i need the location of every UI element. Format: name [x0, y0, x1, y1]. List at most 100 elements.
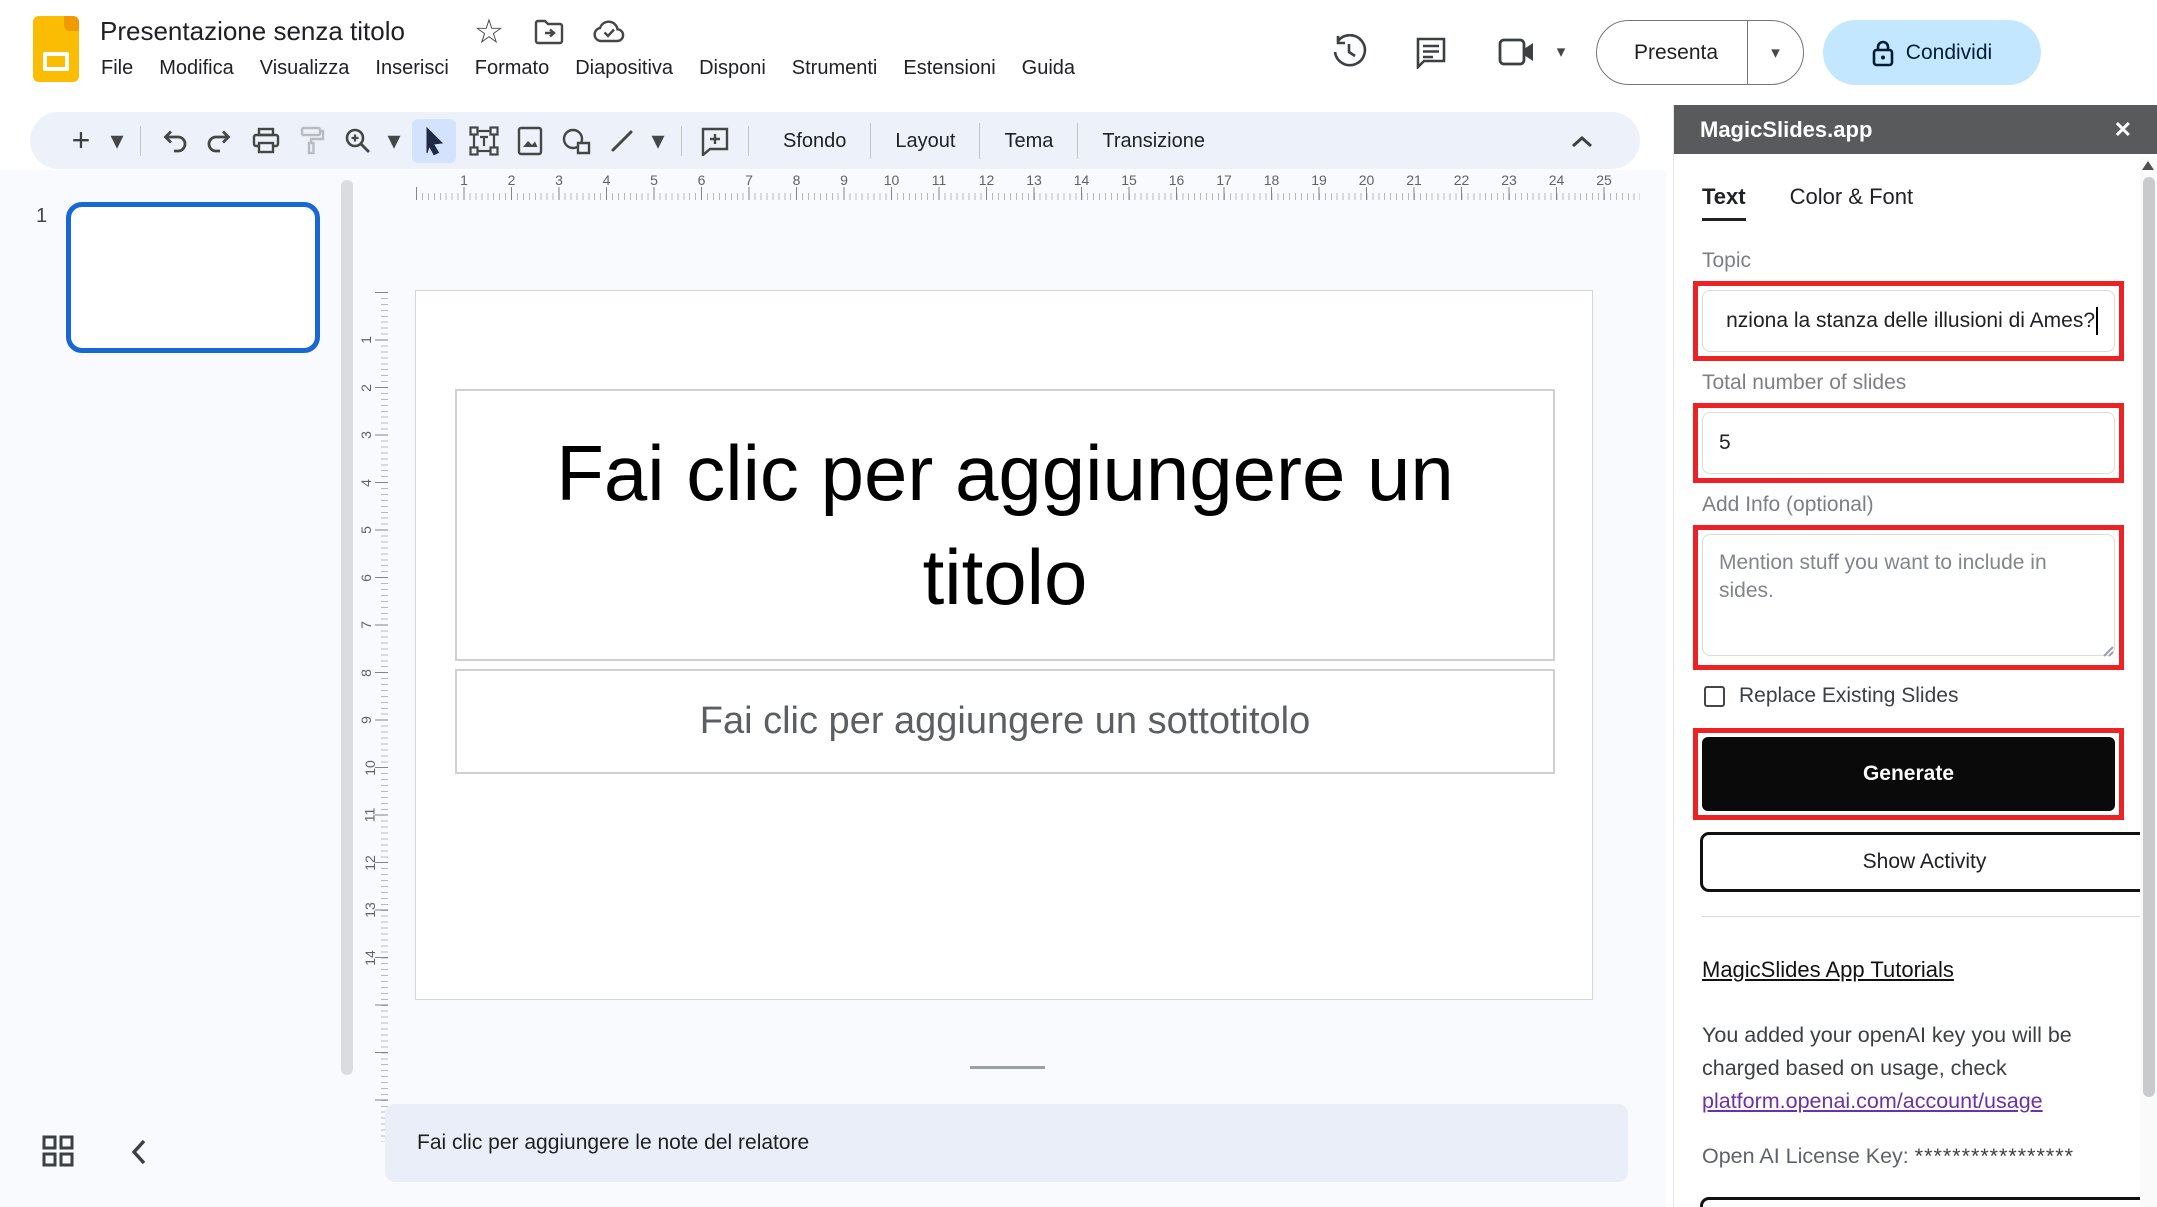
ruler-number: 17 [1216, 172, 1232, 188]
generate-button[interactable]: Generate [1702, 737, 2115, 811]
toolbar-text-button[interactable]: Sfondo [759, 123, 870, 159]
tutorials-link[interactable]: MagicSlides App Tutorials [1702, 957, 1954, 983]
toolbar-collapse-chevron-icon[interactable] [1564, 124, 1600, 160]
openai-usage-link[interactable]: platform.openai.com/account/usage [1702, 1089, 2043, 1113]
title-line1: Fai clic per aggiungere un [556, 421, 1454, 525]
show-activity-button[interactable]: Show Activity [1700, 832, 2149, 892]
menu-item[interactable]: Estensioni [890, 52, 1008, 85]
filmstrip-collapse-chevron-icon[interactable] [122, 1135, 156, 1169]
cloud-saved-icon[interactable] [592, 15, 626, 49]
scrollbar-up-arrow-icon[interactable] [2142, 161, 2154, 170]
slides-count-input[interactable] [1702, 412, 2115, 474]
addinfo-label: Add Info (optional) [1702, 493, 2115, 517]
sidebar-body: Text Color & Font Topic nziona la stanza… [1674, 154, 2141, 1207]
replace-slides-label: Replace Existing Slides [1739, 684, 1958, 708]
resize-handle-icon[interactable] [2100, 643, 2114, 657]
menu-item[interactable]: Modifica [146, 52, 246, 85]
menu-item[interactable]: File [88, 52, 146, 85]
addinfo-textarea[interactable] [1702, 534, 2115, 656]
menu-item[interactable]: Inserisci [362, 52, 461, 85]
ruler-number: 11 [361, 808, 377, 823]
ruler-number: 9 [840, 172, 848, 188]
toolbar-text-button[interactable]: Layout [870, 123, 979, 159]
camera-caret-down-icon[interactable]: ▾ [1539, 30, 1583, 74]
line-caret-down-icon[interactable]: ▾ [647, 123, 669, 159]
star-icon[interactable]: ☆ [472, 15, 506, 49]
share-button-label: Condividi [1906, 41, 1992, 65]
ruler-number: 1 [460, 172, 468, 188]
print-icon[interactable] [248, 123, 284, 159]
present-button[interactable]: Presenta [1597, 41, 1747, 65]
slides-count-annotation-box [1693, 403, 2124, 483]
speaker-notes[interactable]: Fai clic per aggiungere le note del rela… [385, 1104, 1628, 1182]
add-comment-icon[interactable] [697, 123, 733, 159]
zoom-caret-down-icon[interactable]: ▾ [383, 123, 405, 159]
comments-icon[interactable] [1409, 30, 1453, 74]
ruler-number: 6 [698, 172, 706, 188]
replace-slides-row: Replace Existing Slides [1704, 684, 2115, 708]
redo-icon[interactable] [202, 123, 238, 159]
toolbar-separator [681, 126, 682, 156]
insert-line-icon[interactable] [604, 123, 640, 159]
ruler-number: 24 [1549, 172, 1565, 188]
page-break-dash [970, 1066, 1045, 1069]
edit-key-button[interactable]: Edit Key [1700, 1197, 2149, 1207]
lock-icon [1872, 39, 1894, 67]
version-history-icon[interactable] [1327, 30, 1371, 74]
slides-logo-icon[interactable] [33, 16, 79, 82]
replace-slides-checkbox[interactable] [1704, 686, 1725, 707]
divider [1702, 916, 2142, 917]
license-key-row: Open AI License Key: ***************** [1702, 1144, 2115, 1169]
undo-icon[interactable] [156, 123, 192, 159]
meet-camera-icon[interactable] [1495, 30, 1539, 74]
toolbar-text-button[interactable]: Tema [979, 123, 1077, 159]
license-key-label: Open AI License Key: [1702, 1144, 1915, 1168]
insert-shape-icon[interactable] [558, 123, 594, 159]
toolbar-text-button[interactable]: Transizione [1077, 123, 1229, 159]
subtitle-text: Fai clic per aggiungere un sottotitolo [700, 700, 1310, 743]
topic-input-value: nziona la stanza delle illusioni di Ames… [1726, 309, 2095, 333]
tab-color-font[interactable]: Color & Font [1790, 184, 1914, 221]
grid-view-icon[interactable] [42, 1135, 76, 1169]
ruler-number: 13 [1026, 172, 1042, 188]
document-title[interactable]: Presentazione senza titolo [100, 16, 405, 47]
subtitle-placeholder[interactable]: Fai clic per aggiungere un sottotitolo [455, 669, 1555, 774]
menu-item[interactable]: Disponi [686, 52, 779, 85]
new-slide-caret-down-icon[interactable]: ▾ [106, 123, 128, 159]
top-bar: Presentazione senza titolo ☆ FileModific… [0, 0, 2157, 105]
menu-item[interactable]: Visualizza [247, 52, 363, 85]
slide-canvas[interactable]: Fai clic per aggiungere un titolo Fai cl… [415, 290, 1593, 1000]
ruler-number: 16 [1169, 172, 1185, 188]
menu-item[interactable]: Diapositiva [562, 52, 686, 85]
sidebar-title: MagicSlides.app [1700, 117, 2114, 143]
text-box-icon[interactable] [466, 123, 502, 159]
slide-thumbnail-1[interactable] [66, 202, 320, 353]
new-slide-plus-icon[interactable]: + [63, 123, 99, 159]
present-caret-down-icon[interactable]: ▾ [1747, 21, 1803, 84]
horizontal-ruler: 1234567891011121314151617181920212223242… [390, 172, 1640, 200]
toolbar-separator [748, 126, 749, 156]
ruler-number: 12 [362, 855, 378, 871]
close-icon[interactable]: ✕ [2114, 117, 2132, 143]
share-button[interactable]: Condividi [1823, 20, 2041, 85]
menu-item[interactable]: Guida [1009, 52, 1088, 85]
ruler-number: 10 [362, 760, 378, 776]
select-tool-icon[interactable] [412, 119, 456, 163]
topic-input[interactable]: nziona la stanza delle illusioni di Ames… [1702, 290, 2115, 352]
title-placeholder[interactable]: Fai clic per aggiungere un titolo [455, 389, 1555, 661]
paint-format-icon[interactable] [294, 123, 330, 159]
ruler-number: 6 [358, 574, 374, 582]
insert-image-icon[interactable] [512, 123, 548, 159]
filmstrip-scrollbar[interactable] [341, 180, 353, 1075]
ruler-number: 5 [650, 172, 658, 188]
sidebar-scrollbar-thumb[interactable] [2143, 177, 2155, 1097]
zoom-icon[interactable] [340, 123, 376, 159]
tab-text[interactable]: Text [1702, 184, 1746, 221]
menu-item[interactable]: Formato [462, 52, 562, 85]
move-folder-icon[interactable] [532, 15, 566, 49]
ruler-number: 7 [358, 621, 374, 629]
ruler-number: 1 [358, 336, 374, 344]
ruler-number: 4 [358, 479, 374, 487]
menu-item[interactable]: Strumenti [779, 52, 891, 85]
ruler-number: 25 [1596, 172, 1612, 188]
